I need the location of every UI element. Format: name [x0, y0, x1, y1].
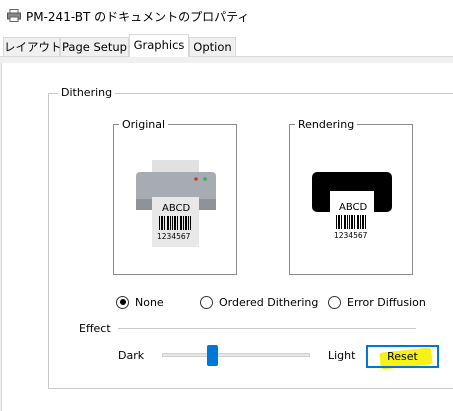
- dithering-label: Dithering: [58, 86, 116, 99]
- tab-graphics[interactable]: Graphics: [129, 34, 189, 57]
- radio-error-diffusion-label: Error Diffusion: [347, 295, 426, 309]
- radio-ordered-dithering-label: Ordered Dithering: [219, 295, 319, 309]
- title-bar: PM-241-BT のドキュメントのプロパティ: [0, 0, 453, 30]
- reset-button-label: Reset: [387, 350, 418, 363]
- tab-option[interactable]: Option: [189, 37, 236, 57]
- window-title: PM-241-BT のドキュメントのプロパティ: [26, 10, 250, 24]
- radio-none-label: None: [135, 295, 164, 309]
- printer-icon: [7, 9, 21, 22]
- radio-none-button[interactable]: [116, 295, 129, 309]
- radio-error-diffusion[interactable]: Error Diffusion: [328, 294, 426, 310]
- tab-strip: レイアウト Page Setup Graphics Option: [0, 34, 453, 57]
- printer-rendering-image: [312, 172, 392, 243]
- original-label: Original: [119, 118, 169, 131]
- original-preview: ABCD 1234567: [113, 124, 237, 275]
- original-sample-text: ABCD: [162, 203, 191, 214]
- radio-ordered-dithering-button[interactable]: [200, 295, 213, 309]
- radio-error-diffusion-button[interactable]: [328, 295, 341, 309]
- dark-label: Dark: [118, 349, 145, 362]
- effect-divider: [118, 328, 416, 329]
- printer-original-image: [136, 160, 216, 247]
- effect-slider-thumb[interactable]: [207, 345, 218, 366]
- rendering-sample-text: ABCD: [339, 202, 368, 213]
- effect-label: Effect: [79, 322, 111, 335]
- effect-slider-track[interactable]: [162, 353, 310, 357]
- rendering-preview: ABCD 1234567: [289, 124, 413, 275]
- tab-layout[interactable]: レイアウト: [3, 37, 62, 57]
- group-bottom-border: [48, 388, 453, 389]
- rendering-barcode-number: 1234567: [334, 231, 368, 240]
- radio-none[interactable]: None: [116, 294, 164, 310]
- reset-button[interactable]: Reset: [366, 345, 439, 368]
- rendering-label: Rendering: [295, 118, 358, 131]
- tab-page-setup[interactable]: Page Setup: [60, 37, 129, 57]
- original-barcode-number: 1234567: [157, 232, 191, 241]
- radio-ordered-dithering[interactable]: Ordered Dithering: [200, 294, 318, 310]
- light-label: Light: [328, 349, 356, 362]
